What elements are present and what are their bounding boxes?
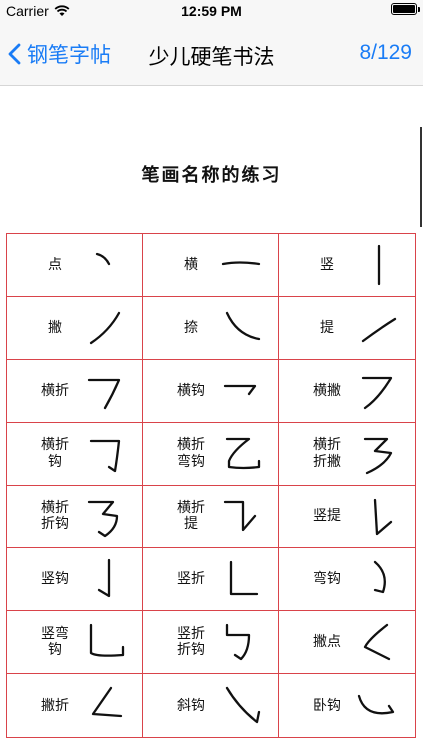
shuzhe-stroke-icon	[219, 556, 263, 602]
stroke-cell: 横	[143, 234, 279, 297]
stroke-cell: 横折 折撇	[279, 423, 415, 486]
navigation-bar: 钢笔字帖 少儿硬笔书法 8/129	[0, 22, 423, 86]
stroke-cell: 竖折 折钩	[143, 611, 279, 675]
stroke-name: 竖折 折钩	[177, 626, 205, 659]
stroke-name: 撇点	[313, 634, 341, 651]
stroke-name: 竖钩	[41, 571, 69, 588]
hengzheti-stroke-icon	[219, 494, 263, 540]
na-stroke-icon	[219, 305, 263, 351]
stroke-cell: 横折	[7, 359, 143, 423]
stroke-cell: 斜钩	[143, 674, 279, 737]
hengzhe-stroke-icon	[83, 368, 127, 414]
shuwangou-stroke-icon	[83, 619, 127, 665]
wogou-stroke-icon	[355, 682, 399, 728]
shuti-stroke-icon	[355, 494, 399, 540]
stroke-cell: 捺	[143, 296, 279, 360]
stroke-name: 横折 钩	[41, 437, 69, 470]
stroke-cell: 弯钩	[279, 548, 415, 612]
stroke-cell: 横折 折钩	[7, 485, 143, 549]
stroke-name: 竖	[320, 256, 334, 273]
piedian-stroke-icon	[355, 619, 399, 665]
stroke-name: 卧钩	[313, 697, 341, 714]
hengpie-stroke-icon	[355, 368, 399, 414]
xiegou-stroke-icon	[219, 682, 263, 728]
dian-stroke-icon	[83, 242, 127, 288]
stroke-name: 撇	[48, 319, 62, 336]
status-bar: Carrier 12:59 PM	[0, 0, 423, 22]
stroke-cell: 竖折	[143, 548, 279, 612]
stroke-cell: 竖提	[279, 486, 415, 549]
stroke-name: 横折 弯钩	[177, 437, 205, 470]
stroke-name: 横	[184, 256, 198, 273]
stroke-cell: 横折 提	[143, 485, 279, 549]
battery-icon	[391, 3, 420, 15]
stroke-table: 点横竖撇捺提横折 横钩 横撇 横折 钩横折 弯钩 横折 折撇 横折 折钩 横折 提竖提 竖钩竖…	[6, 233, 416, 738]
stroke-cell: 点	[7, 234, 143, 297]
stroke-name: 竖折	[177, 571, 205, 588]
stroke-name: 撇折	[41, 697, 69, 714]
page-count-button[interactable]: 8/129	[359, 41, 412, 65]
stroke-cell: 竖弯 钩	[7, 611, 143, 675]
stroke-cell: 卧钩	[279, 674, 415, 737]
stroke-cell: 横钩	[143, 359, 279, 423]
stroke-name: 横折 折撇	[313, 437, 341, 470]
status-time: 12:59 PM	[181, 3, 242, 19]
stroke-cell: 竖钩	[7, 548, 143, 612]
stroke-cell: 横折 弯钩	[143, 422, 279, 486]
hengzhewangou-stroke-icon	[219, 431, 263, 477]
stroke-cell: 竖	[279, 234, 415, 297]
stroke-cell: 撇	[7, 296, 143, 360]
stroke-cell: 横撇	[279, 360, 415, 423]
shugou-stroke-icon	[83, 556, 127, 602]
piezhe-stroke-icon	[83, 682, 127, 728]
hengzhezhegou-stroke-icon	[83, 494, 127, 540]
stroke-name: 竖弯 钩	[41, 626, 69, 659]
sheet-title: 笔画名称的练习	[141, 165, 282, 186]
wangou-stroke-icon	[355, 556, 399, 602]
stroke-name: 横折 折钩	[41, 500, 69, 533]
stroke-name: 竖提	[313, 508, 341, 525]
henggou-stroke-icon	[219, 368, 263, 414]
heng-stroke-icon	[219, 242, 263, 288]
stroke-cell: 提	[279, 297, 415, 360]
shuzhezhegou-stroke-icon	[219, 619, 263, 665]
stroke-cell: 撇折	[7, 674, 143, 737]
stroke-name: 横撇	[313, 382, 341, 399]
stroke-name: 横钩	[177, 382, 205, 399]
pie-stroke-icon	[83, 305, 127, 351]
stroke-name: 提	[320, 319, 334, 336]
stroke-cell: 撇点	[279, 611, 415, 675]
stroke-name: 点	[48, 256, 62, 273]
stroke-name: 横折 提	[177, 500, 205, 533]
stroke-name: 捺	[184, 319, 198, 336]
stroke-cell: 横折 钩	[7, 422, 143, 486]
stroke-name: 斜钩	[177, 697, 205, 714]
hengzhezhepie-stroke-icon	[355, 431, 399, 477]
hengzhegou-stroke-icon	[83, 431, 127, 477]
page-image-area: 笔画名称的练习 点 横 竖撇 捺 提横折 横钩 横撇横折 钩 横折 弯钩 横折 折撇横折 折钩 横…	[0, 87, 423, 750]
shu-stroke-icon	[355, 242, 399, 288]
stroke-name: 横折	[41, 382, 69, 399]
battery-group	[391, 3, 420, 15]
stroke-name: 弯钩	[313, 571, 341, 588]
ti-stroke-icon	[355, 305, 399, 351]
